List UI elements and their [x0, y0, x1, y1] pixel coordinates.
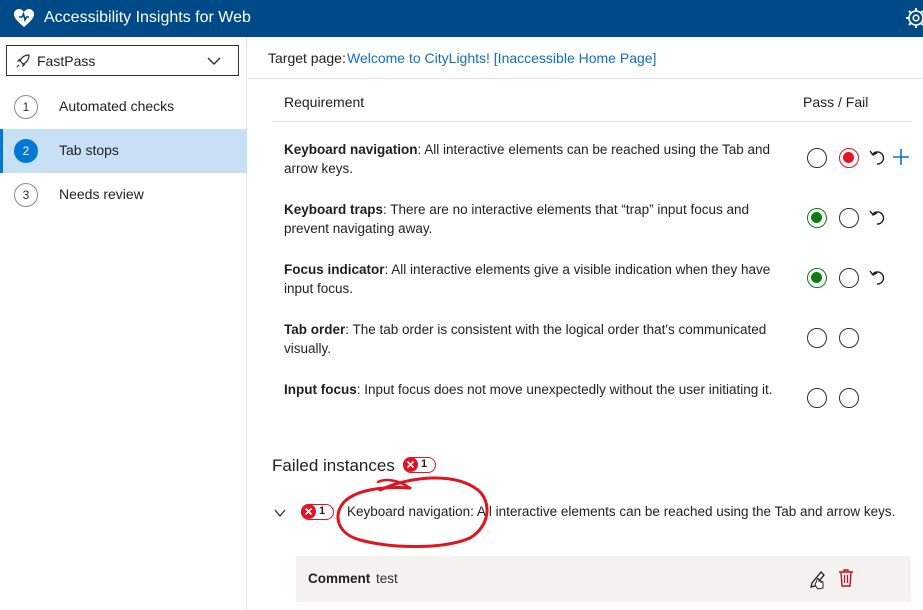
rocket-icon [16, 54, 30, 68]
requirement-row-focus-indicator: Focus indicator: All interactive element… [272, 246, 923, 306]
undo-icon[interactable] [868, 208, 886, 226]
requirement-row-tab-order: Tab order: The tab order is consistent w… [272, 306, 923, 366]
requirement-row-keyboard-traps: Keyboard traps: There are no interactive… [272, 186, 923, 246]
requirement-name: Keyboard traps [284, 202, 384, 217]
instance-count: 1 [319, 505, 326, 517]
nav-item-label: Tab stops [59, 142, 119, 158]
requirement-description: : Input focus does not move unexpectedly… [356, 382, 773, 397]
step-number: 1 [14, 95, 38, 119]
pass-radio[interactable] [807, 208, 827, 228]
nav-item-label: Automated checks [59, 98, 175, 114]
edit-icon[interactable] [808, 568, 828, 590]
step-number: 2 [14, 139, 38, 163]
undo-icon[interactable] [868, 148, 886, 166]
requirement-text: Input focus: Input focus does not move u… [284, 380, 789, 399]
nav-item-label: Needs review [59, 186, 144, 202]
requirement-name: Input focus [284, 382, 357, 397]
requirement-name: Focus indicator [284, 262, 385, 277]
annotation-circle-scribble [336, 476, 489, 548]
mode-dropdown-value: FastPass [37, 53, 96, 69]
target-page-link[interactable]: Welcome to CityLights! [Inaccessible Hom… [347, 50, 656, 66]
pass-radio[interactable] [807, 268, 827, 288]
requirement-row-input-focus: Input focus: Input focus does not move u… [272, 366, 923, 426]
requirement-text: Tab order: The tab order is consistent w… [284, 320, 789, 358]
gear-icon[interactable] [905, 7, 923, 29]
requirement-name: Keyboard navigation [284, 142, 418, 157]
delete-icon[interactable] [838, 568, 854, 588]
fail-radio[interactable] [839, 268, 859, 288]
nav-item-automated-checks[interactable]: 1 Automated checks [0, 85, 247, 129]
title-bar: Accessibility Insights for Web [0, 0, 923, 37]
pass-radio[interactable] [807, 328, 827, 348]
fail-radio[interactable] [839, 328, 859, 348]
column-header-requirement: Requirement [284, 94, 365, 110]
error-x-icon [301, 504, 316, 519]
target-page-label: Target page: [268, 50, 346, 66]
comment-label: Comment [308, 571, 371, 586]
step-number: 3 [14, 183, 38, 207]
fail-radio[interactable] [839, 148, 859, 168]
chevron-down-icon[interactable] [274, 508, 286, 518]
requirement-text: Keyboard navigation: All interactive ele… [284, 140, 789, 178]
undo-icon[interactable] [868, 268, 886, 286]
requirement-text: Keyboard traps: There are no interactive… [284, 200, 789, 238]
requirement-text: Focus indicator: All interactive element… [284, 260, 789, 298]
requirement-name: Tab order [284, 322, 346, 337]
add-failure-icon[interactable] [892, 148, 910, 166]
comment-value: test [376, 571, 398, 586]
fail-radio[interactable] [839, 388, 859, 408]
left-nav: FastPass 1 Automated checks 2 Tab stops … [0, 37, 247, 610]
mode-dropdown[interactable]: FastPass [6, 45, 239, 76]
pass-radio[interactable] [807, 388, 827, 408]
nav-item-needs-review[interactable]: 3 Needs review [0, 173, 247, 217]
target-page-bar: Target page: Welcome to CityLights! [Ina… [248, 37, 923, 79]
requirement-row-keyboard-navigation: Keyboard navigation: All interactive ele… [272, 126, 923, 186]
requirement-description: : The tab order is consistent with the l… [284, 322, 767, 356]
chevron-down-icon [207, 57, 221, 65]
pass-radio[interactable] [807, 148, 827, 168]
fail-radio[interactable] [839, 208, 859, 228]
nav-item-tab-stops[interactable]: 2 Tab stops [0, 129, 247, 173]
column-header-pass-fail: Pass / Fail [803, 94, 869, 110]
comment-box: Comment test [296, 556, 911, 602]
header-divider [272, 121, 912, 122]
app-title: Accessibility Insights for Web [44, 9, 251, 26]
heart-shield-icon [14, 9, 34, 27]
